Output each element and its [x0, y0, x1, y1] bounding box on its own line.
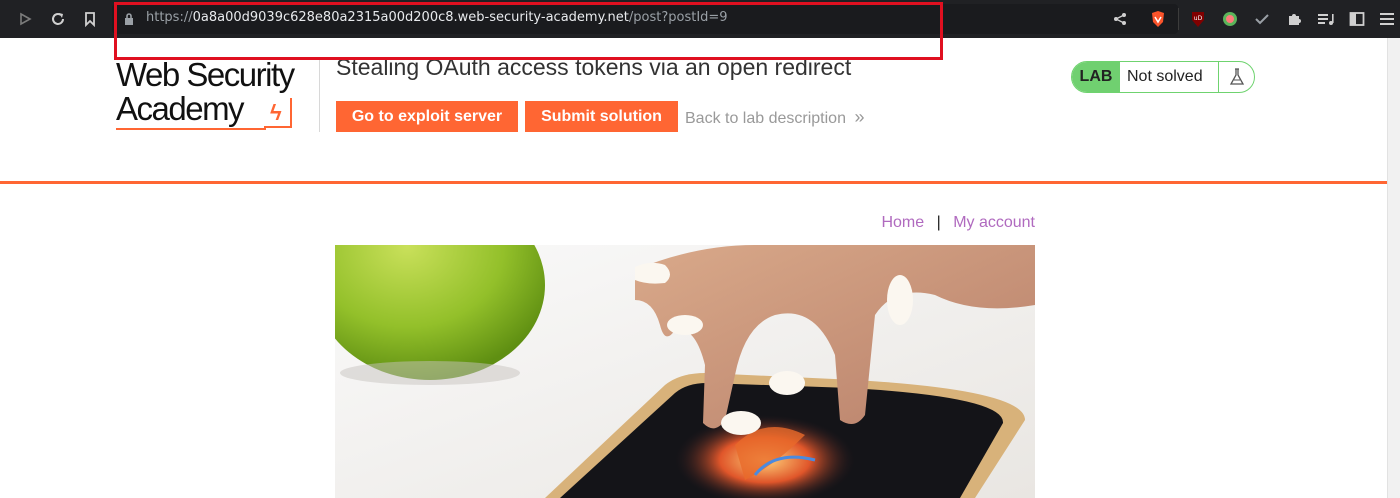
logo-bolt-icon: ϟ	[270, 100, 282, 125]
lab-status-text: Not solved	[1127, 68, 1203, 85]
puzzle-icon[interactable]	[1283, 8, 1305, 30]
header-divider	[319, 60, 320, 132]
toolbar-divider	[1178, 8, 1179, 30]
nav-home-link[interactable]: Home	[881, 214, 924, 231]
playlist-icon[interactable]	[1315, 8, 1337, 30]
brave-shield-icon[interactable]	[1147, 8, 1169, 30]
menu-icon[interactable]	[1376, 8, 1398, 30]
nav-my-account-link[interactable]: My account	[953, 214, 1035, 231]
reload-icon[interactable]	[47, 8, 69, 30]
header-separator	[0, 181, 1400, 184]
lab-status-badge: LAB Not solved	[1071, 61, 1255, 93]
bookmark-icon[interactable]	[79, 8, 101, 30]
top-nav: Home | My account	[881, 214, 1035, 232]
go-to-exploit-server-button[interactable]: Go to exploit server	[336, 101, 518, 132]
web-security-academy-logo[interactable]: Web Security Academy ϟ	[116, 58, 316, 136]
logo-line-1: Web Security	[116, 56, 295, 93]
logo-underline	[116, 128, 266, 130]
lab-label: LAB	[1072, 62, 1120, 92]
back-to-lab-description-link[interactable]: Back to lab description »	[685, 107, 864, 128]
sidebar-icon[interactable]	[1346, 8, 1368, 30]
check-icon[interactable]	[1251, 8, 1273, 30]
play-icon[interactable]	[14, 8, 36, 30]
nav-separator: |	[936, 214, 941, 231]
extension-dot-icon[interactable]	[1219, 8, 1241, 30]
hand-on-phone-illustration	[335, 245, 1035, 498]
svg-text:uD: uD	[1194, 15, 1203, 22]
share-icon[interactable]	[1109, 8, 1131, 30]
blog-post-image	[335, 245, 1035, 498]
ublock-icon[interactable]: uD	[1187, 8, 1209, 30]
url-highlight-box	[114, 2, 943, 60]
back-link-label: Back to lab description	[685, 110, 846, 127]
double-chevron-icon: »	[854, 107, 865, 127]
flask-icon	[1218, 62, 1254, 92]
submit-solution-button[interactable]: Submit solution	[525, 101, 678, 132]
page-scrollbar[interactable]	[1387, 38, 1400, 498]
